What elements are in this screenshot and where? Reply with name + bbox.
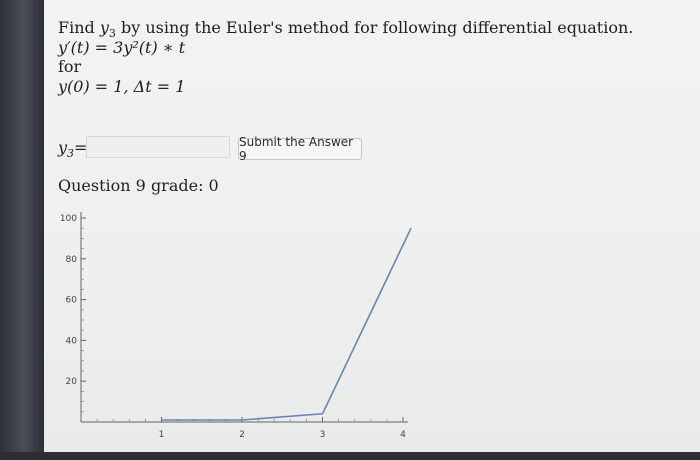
y-tick-label: 100: [60, 214, 77, 224]
euler-chart: 100 80 60 40 20 1 2 3 4: [60, 212, 412, 440]
series-line: [161, 227, 412, 421]
x-tick-label: 1: [159, 430, 165, 440]
y-tick-label: 60: [66, 296, 78, 306]
y-tick-label: 80: [66, 255, 78, 265]
x-tick-label: 2: [239, 430, 245, 440]
y-tick-label: 40: [66, 336, 78, 346]
x-tick-label: 3: [320, 430, 326, 440]
y-tick-label: 20: [66, 377, 78, 387]
x-tick-label: 4: [400, 430, 406, 440]
